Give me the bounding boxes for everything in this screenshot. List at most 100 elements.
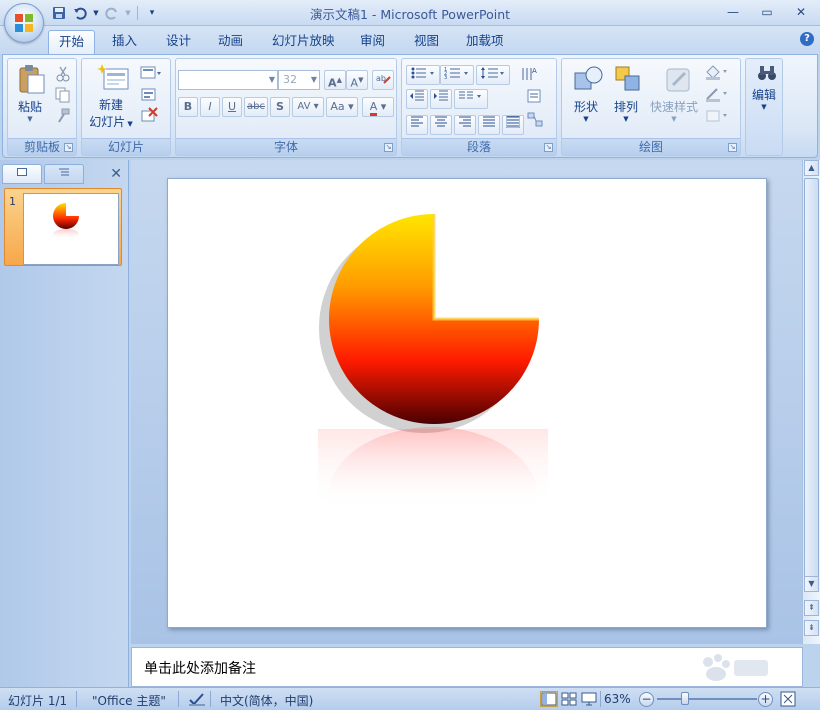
font-size-value: 32: [283, 73, 297, 86]
maximize-icon[interactable]: ▭: [754, 3, 780, 21]
tab-view[interactable]: 视图: [404, 30, 449, 54]
slide-thumbnail[interactable]: 1: [4, 188, 122, 266]
tab-review[interactable]: 审阅: [350, 30, 395, 54]
numbering-icon: 123: [444, 67, 468, 81]
spellcheck-icon[interactable]: [188, 691, 206, 710]
paste-button[interactable]: 粘贴 ▼: [12, 63, 48, 135]
increase-indent-button[interactable]: [430, 89, 452, 109]
font-launcher-icon[interactable]: ↘: [384, 143, 393, 152]
shapes-button[interactable]: 形状 ▼: [566, 63, 606, 135]
tab-slideshow[interactable]: 幻灯片放映: [262, 30, 345, 54]
editing-dropdown-icon: ▼: [761, 103, 767, 111]
panel-close-icon[interactable]: ✕: [110, 166, 122, 182]
shrink-font-button[interactable]: A▼: [346, 70, 368, 90]
close-icon[interactable]: ✕: [788, 3, 814, 21]
smartart-icon[interactable]: [526, 111, 544, 129]
slide-sorter-view-icon[interactable]: [560, 691, 578, 707]
grow-font-button[interactable]: A▲: [324, 70, 346, 90]
minimize-icon[interactable]: —: [720, 3, 746, 21]
tab-design[interactable]: 设计: [156, 30, 201, 54]
font-color-button[interactable]: A ▾: [362, 97, 394, 117]
slides-group-label: 幻灯片: [82, 138, 170, 155]
align-center-button[interactable]: [430, 115, 452, 135]
line-spacing-icon: [481, 67, 504, 79]
layout-icon[interactable]: [140, 65, 161, 83]
line-spacing-button[interactable]: [476, 65, 510, 85]
change-case-button[interactable]: Aa ▾: [326, 97, 358, 117]
notes-pane[interactable]: 单击此处添加备注: [131, 647, 803, 687]
align-center-icon: [435, 116, 447, 127]
new-slide-button[interactable]: 新建 幻灯片 ▼: [86, 63, 136, 135]
vertical-scrollbar[interactable]: ▲ ▼ ⇞ ⇟: [802, 160, 820, 644]
paste-icon: [19, 65, 44, 94]
underline-button[interactable]: U: [222, 97, 242, 117]
distribute-button[interactable]: [502, 115, 524, 135]
columns-button[interactable]: [454, 89, 488, 109]
strikethrough-button[interactable]: abc: [244, 97, 268, 117]
shadow-button[interactable]: S: [270, 97, 290, 117]
text-direction-icon[interactable]: A: [520, 65, 538, 83]
zoom-slider[interactable]: [657, 698, 757, 700]
delete-slide-icon[interactable]: [140, 107, 158, 125]
clipboard-launcher-icon[interactable]: ↘: [64, 143, 73, 152]
drawing-launcher-icon[interactable]: ↘: [728, 143, 737, 152]
slide-canvas[interactable]: [167, 178, 767, 628]
scroll-thumb[interactable]: [804, 178, 819, 588]
zoom-out-icon[interactable]: −: [639, 692, 654, 707]
help-icon[interactable]: ?: [800, 32, 814, 46]
slides-tab[interactable]: [2, 164, 42, 184]
cut-icon[interactable]: [54, 65, 72, 83]
bold-button[interactable]: B: [178, 97, 198, 117]
paragraph-launcher-icon[interactable]: ↘: [544, 143, 553, 152]
slide-counter: 幻灯片 1/1: [8, 694, 68, 708]
normal-view-icon[interactable]: [540, 691, 558, 707]
language-indicator[interactable]: 中文(简体，中国): [220, 692, 313, 709]
window-controls: — ▭ ✕: [720, 3, 814, 21]
outline-tab[interactable]: [44, 164, 84, 184]
fit-to-window-icon[interactable]: [780, 691, 796, 710]
tab-addins[interactable]: 加载项: [456, 30, 514, 54]
tab-insert[interactable]: 插入: [102, 30, 147, 54]
zoom-in-icon[interactable]: +: [758, 692, 773, 707]
arrange-button[interactable]: 排列 ▼: [608, 63, 644, 135]
ribbon-tabs: 开始 插入 设计 动画 幻灯片放映 审阅 视图 加载项: [0, 26, 820, 54]
clear-format-button[interactable]: ab: [372, 70, 394, 90]
shape-effects-icon[interactable]: [704, 107, 727, 125]
numbering-button[interactable]: 123: [440, 65, 474, 85]
copy-icon[interactable]: [54, 86, 72, 104]
justify-button[interactable]: [478, 115, 500, 135]
thumbnail-pie-shape: [53, 203, 79, 239]
char-spacing-button[interactable]: AV ▾: [292, 97, 324, 117]
scroll-up-icon[interactable]: ▲: [804, 160, 819, 176]
align-left-button[interactable]: [406, 115, 428, 135]
office-button[interactable]: [4, 3, 44, 43]
bullets-button[interactable]: [406, 65, 440, 85]
align-right-button[interactable]: [454, 115, 476, 135]
font-group-label: 字体: [176, 138, 396, 155]
previous-slide-icon[interactable]: ⇞: [804, 600, 819, 616]
outline-tab-icon: [59, 168, 69, 176]
editing-button[interactable]: 编辑 ▼: [748, 63, 780, 135]
font-size-combo[interactable]: 32 ▼: [278, 70, 320, 90]
zoom-slider-thumb[interactable]: [681, 692, 689, 705]
quick-styles-button[interactable]: 快速样式 ▼: [648, 63, 700, 135]
reset-slide-icon[interactable]: [140, 86, 158, 104]
scroll-down-icon[interactable]: ▼: [804, 576, 819, 592]
tab-home[interactable]: 开始: [48, 30, 96, 54]
format-painter-icon[interactable]: [54, 107, 72, 125]
clipboard-group: 粘贴 ▼ 剪贴板 ↘: [7, 58, 77, 156]
shape-fill-icon[interactable]: [704, 63, 727, 81]
next-slide-icon[interactable]: ⇟: [804, 620, 819, 636]
bullets-icon: [411, 67, 434, 79]
shape-outline-icon[interactable]: [704, 85, 727, 103]
change-case-label: Aa: [330, 100, 345, 113]
italic-button[interactable]: I: [200, 97, 220, 117]
slideshow-view-icon[interactable]: [580, 691, 598, 707]
arrange-dropdown-icon: ▼: [623, 115, 629, 123]
decrease-indent-button[interactable]: [406, 89, 428, 109]
align-text-icon[interactable]: [526, 87, 544, 105]
font-name-combo[interactable]: ▼: [178, 70, 278, 90]
zoom-level[interactable]: 63%: [604, 692, 631, 706]
quick-styles-label: 快速样式: [649, 100, 698, 114]
tab-animations[interactable]: 动画: [208, 30, 253, 54]
